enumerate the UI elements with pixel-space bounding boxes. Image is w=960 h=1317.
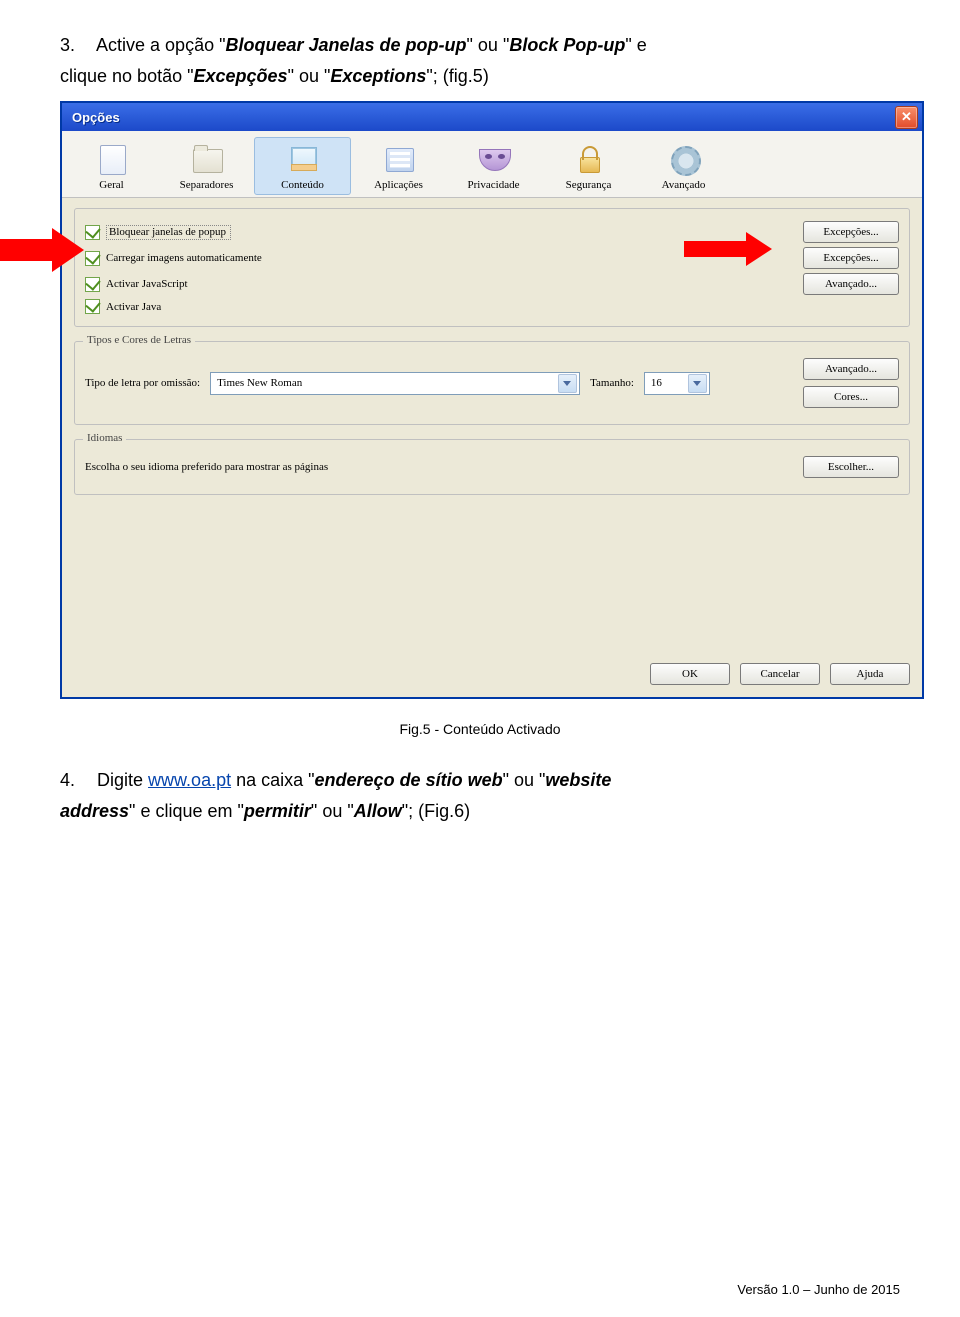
checkbox-label: Bloquear janelas de popup <box>106 225 231 240</box>
step-number: 3. <box>60 30 92 61</box>
titlebar: Opções ✕ <box>62 103 922 131</box>
exceptions-button-2[interactable]: Excepções... <box>803 247 899 269</box>
default-font-select[interactable]: Times New Roman <box>210 372 580 395</box>
exceptions-button-1[interactable]: Excepções... <box>803 221 899 243</box>
font-size-label: Tamanho: <box>590 377 634 389</box>
dialog-button-row: OK Cancelar Ajuda <box>62 649 922 697</box>
languages-description: Escolha o seu idioma preferido para most… <box>85 461 328 473</box>
checkbox-enable-java[interactable]: Activar Java <box>85 299 161 314</box>
chevron-down-icon <box>688 374 707 393</box>
languages-group: Idiomas Escolha o seu idioma preferido p… <box>74 439 910 495</box>
fieldset-legend: Tipos e Cores de Letras <box>83 334 195 346</box>
fieldset-legend: Idiomas <box>83 432 126 444</box>
window-title: Opções <box>66 110 120 125</box>
checkbox-label: Activar JavaScript <box>106 278 188 290</box>
checkbox-label: Carregar imagens automaticamente <box>106 252 262 264</box>
tab-tabs[interactable]: Separadores <box>159 137 254 195</box>
checkbox-icon <box>85 299 100 314</box>
tab-content[interactable]: Conteúdo <box>254 137 351 195</box>
advanced-js-button[interactable]: Avançado... <box>803 273 899 295</box>
checkbox-block-popups[interactable]: Bloquear janelas de popup <box>85 225 231 240</box>
tab-privacy[interactable]: Privacidade <box>446 137 541 195</box>
checkbox-icon <box>85 277 100 292</box>
close-icon[interactable]: ✕ <box>895 106 918 129</box>
checkbox-enable-js[interactable]: Activar JavaScript <box>85 277 188 292</box>
figure-caption: Fig.5 - Conteúdo Activado <box>60 721 900 737</box>
tab-advanced[interactable]: Avançado <box>636 137 731 195</box>
chevron-down-icon <box>558 374 577 393</box>
tab-applications[interactable]: Aplicações <box>351 137 446 195</box>
colors-button[interactable]: Cores... <box>803 386 899 408</box>
url-link[interactable]: www.oa.pt <box>148 770 231 790</box>
ok-button[interactable]: OK <box>650 663 730 685</box>
default-font-label: Tipo de letra por omissão: <box>85 377 200 389</box>
tab-security[interactable]: Segurança <box>541 137 636 195</box>
options-dialog: Opções ✕ Geral Separadores Conteúdo Apli… <box>60 101 924 699</box>
step-number: 4. <box>60 765 92 796</box>
checkbox-label: Activar Java <box>106 301 161 313</box>
tab-general[interactable]: Geral <box>64 137 159 195</box>
choose-language-button[interactable]: Escolher... <box>803 456 899 478</box>
fonts-colors-group: Tipos e Cores de Letras Tipo de letra po… <box>74 341 910 425</box>
help-button[interactable]: Ajuda <box>830 663 910 685</box>
page-footer: Versão 1.0 – Junho de 2015 <box>737 1282 900 1297</box>
instruction-step-3: 3. Active a opção "Bloquear Janelas de p… <box>60 30 900 91</box>
category-toolbar: Geral Separadores Conteúdo Aplicações Pr… <box>62 131 922 198</box>
callout-arrow-left <box>0 226 90 276</box>
font-size-select[interactable]: 16 <box>644 372 710 395</box>
callout-arrow-right <box>684 232 784 268</box>
fonts-advanced-button[interactable]: Avançado... <box>803 358 899 380</box>
checkbox-load-images[interactable]: Carregar imagens automaticamente <box>85 251 262 266</box>
cancel-button[interactable]: Cancelar <box>740 663 820 685</box>
instruction-step-4: 4. Digite www.oa.pt na caixa "endereço d… <box>60 765 900 826</box>
